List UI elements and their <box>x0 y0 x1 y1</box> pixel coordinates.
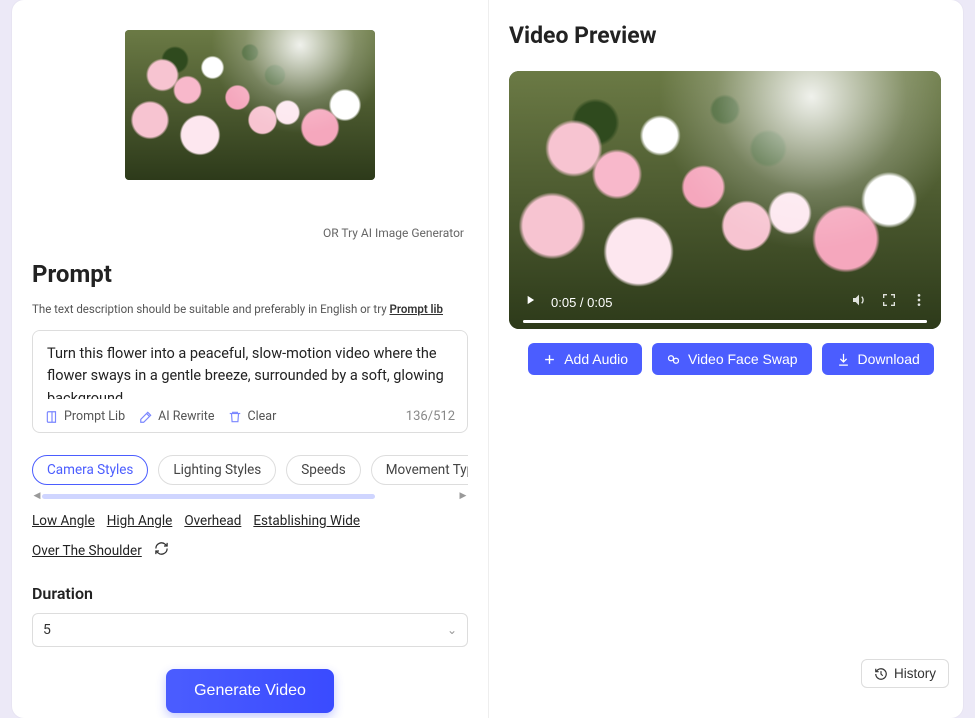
prompt-box: Prompt Lib AI Rewrite Clear 136/512 <box>32 330 468 433</box>
play-icon <box>523 293 537 307</box>
fullscreen-icon <box>881 292 897 308</box>
more-button[interactable] <box>911 292 927 312</box>
style-option-low-angle[interactable]: Low Angle <box>32 513 95 529</box>
book-icon <box>45 410 59 424</box>
download-label: Download <box>858 351 920 367</box>
video-progress-bar[interactable] <box>523 320 927 323</box>
scroll-left-arrow[interactable]: ◀ <box>32 491 42 501</box>
tag-camera-styles[interactable]: Camera Styles <box>32 455 148 485</box>
ai-rewrite-button[interactable]: AI Rewrite <box>139 409 214 424</box>
tag-lighting-styles[interactable]: Lighting Styles <box>158 455 276 485</box>
video-preview-heading: Video Preview <box>509 22 953 49</box>
tag-speeds[interactable]: Speeds <box>286 455 361 485</box>
add-audio-button[interactable]: Add Audio <box>528 343 642 375</box>
video-progress-fill <box>523 320 927 323</box>
fullscreen-button[interactable] <box>881 292 897 312</box>
or-try-row: OR Try AI Image Generator <box>32 226 468 240</box>
trash-icon <box>228 410 242 424</box>
flower-image <box>125 30 375 180</box>
prompt-lib-label: Prompt Lib <box>64 409 125 424</box>
char-count: 136/512 <box>406 409 455 424</box>
history-icon <box>874 667 888 681</box>
app-card: OR Try AI Image Generator Prompt The tex… <box>12 0 963 718</box>
face-swap-icon <box>666 352 681 367</box>
duration-select[interactable]: 5 ⌄ <box>32 613 468 647</box>
duration-value: 5 <box>43 622 51 638</box>
style-option-high-angle[interactable]: High Angle <box>107 513 173 529</box>
thumbnail-container <box>32 30 468 184</box>
preview-actions: Add Audio Video Face Swap Download <box>509 343 953 375</box>
volume-button[interactable] <box>851 292 867 312</box>
style-option-establishing-wide[interactable]: Establishing Wide <box>253 513 360 529</box>
history-button[interactable]: History <box>861 659 949 688</box>
prompt-toolbar: Prompt Lib AI Rewrite Clear 136/512 <box>33 403 467 432</box>
more-vertical-icon <box>911 292 927 308</box>
or-try-prefix: OR Try <box>323 226 361 240</box>
history-label: History <box>894 666 936 681</box>
generate-video-button[interactable]: Generate Video <box>166 669 334 713</box>
video-player[interactable]: 0:05 / 0:05 <box>509 71 941 329</box>
prompt-help-text: The text description should be suitable … <box>32 302 468 316</box>
tag-movement-types[interactable]: Movement Types <box>371 455 468 485</box>
refresh-icon <box>154 541 169 556</box>
scroll-track <box>42 494 458 499</box>
video-time: 0:05 / 0:05 <box>551 295 612 310</box>
prompt-help-prefix: The text description should be suitable … <box>32 302 390 316</box>
right-pane: Video Preview 0:05 / 0:05 <box>489 0 963 718</box>
prompt-textarea[interactable] <box>33 331 467 399</box>
download-icon <box>836 352 851 367</box>
clear-label: Clear <box>247 409 276 424</box>
face-swap-button[interactable]: Video Face Swap <box>652 343 811 375</box>
prompt-lib-button[interactable]: Prompt Lib <box>45 409 125 424</box>
play-button[interactable] <box>523 293 537 311</box>
ai-image-generator-link[interactable]: AI Image Generator <box>361 226 464 240</box>
download-button[interactable]: Download <box>822 343 934 375</box>
clear-button[interactable]: Clear <box>228 409 276 424</box>
duration-heading: Duration <box>32 584 468 603</box>
style-option-overhead[interactable]: Overhead <box>184 513 241 529</box>
add-audio-label: Add Audio <box>564 351 628 367</box>
face-swap-label: Video Face Swap <box>688 351 797 367</box>
scroll-thumb[interactable] <box>42 494 375 499</box>
left-pane: OR Try AI Image Generator Prompt The tex… <box>12 0 489 718</box>
refresh-options-button[interactable] <box>154 541 169 560</box>
wand-icon <box>139 410 153 424</box>
plus-icon <box>542 352 557 367</box>
volume-icon <box>851 292 867 308</box>
ai-rewrite-label: AI Rewrite <box>158 409 214 424</box>
tag-category-scroller: Camera Styles Lighting Styles Speeds Moveme… <box>32 455 468 499</box>
video-controls: 0:05 / 0:05 <box>509 285 941 329</box>
scroll-right-arrow[interactable]: ▶ <box>458 491 468 501</box>
sub-option-row: Low Angle High Angle Overhead Establishing … <box>32 513 468 560</box>
prompt-lib-link[interactable]: Prompt lib <box>390 302 444 316</box>
tag-row: Camera Styles Lighting Styles Speeds Moveme… <box>32 455 468 485</box>
tag-scrollbar[interactable]: ◀ ▶ <box>32 493 468 499</box>
style-option-over-the-shoulder[interactable]: Over The Shoulder <box>32 543 142 559</box>
prompt-heading: Prompt <box>32 260 468 288</box>
chevron-down-icon: ⌄ <box>447 623 457 637</box>
input-image-thumbnail[interactable] <box>125 30 375 180</box>
